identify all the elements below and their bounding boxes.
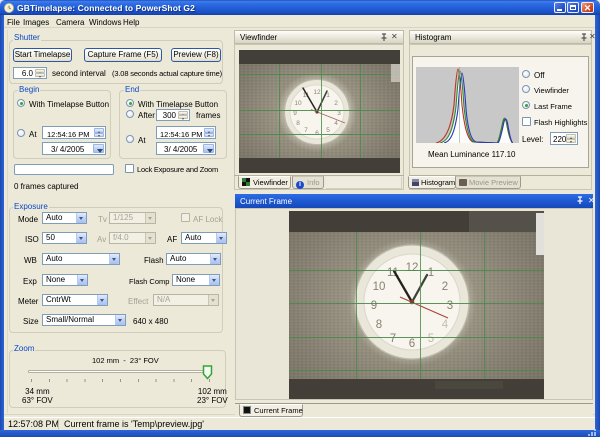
svg-text:7: 7 [304, 127, 308, 134]
svg-text:12: 12 [406, 262, 419, 274]
svg-text:8: 8 [296, 120, 300, 127]
svg-text:10: 10 [373, 281, 386, 293]
svg-text:5: 5 [428, 333, 434, 345]
svg-text:4: 4 [334, 120, 338, 127]
svg-text:10: 10 [294, 100, 302, 107]
svg-text:1: 1 [428, 267, 434, 279]
svg-text:9: 9 [371, 300, 377, 312]
svg-text:3: 3 [337, 110, 341, 117]
svg-text:6: 6 [409, 338, 415, 350]
svg-text:3: 3 [447, 300, 453, 312]
svg-text:4: 4 [442, 319, 449, 331]
svg-text:7: 7 [390, 333, 396, 345]
svg-text:2: 2 [442, 281, 448, 293]
svg-text:6: 6 [315, 130, 319, 137]
svg-text:9: 9 [293, 110, 297, 117]
svg-text:8: 8 [376, 319, 382, 331]
svg-text:12: 12 [313, 89, 321, 96]
svg-text:5: 5 [326, 127, 330, 134]
svg-text:2: 2 [334, 100, 338, 107]
